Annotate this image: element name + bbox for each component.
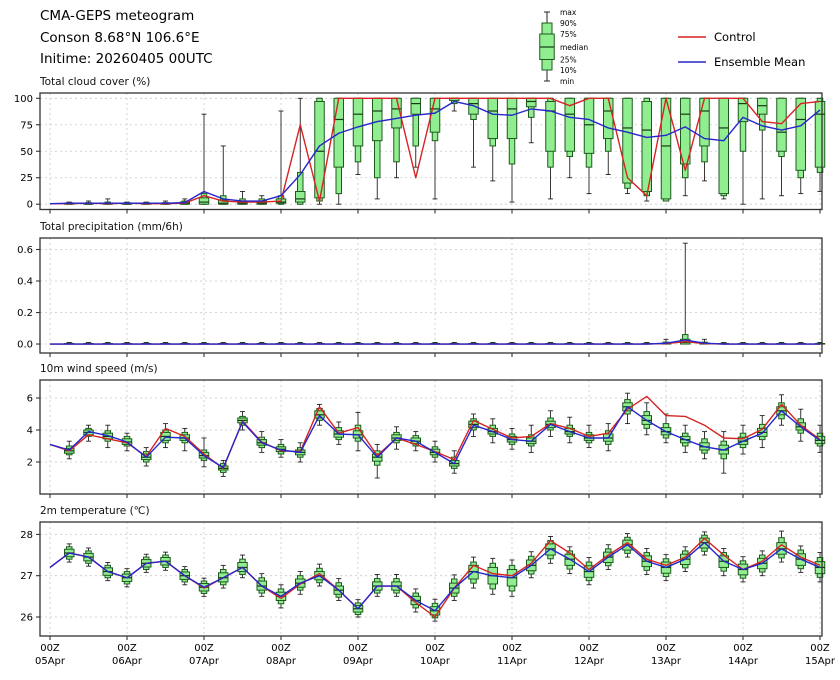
y-tick-label: 0.4 [17, 277, 33, 288]
wind-box [661, 414, 671, 443]
x-time-label: 00Z [810, 643, 830, 654]
meteogram-chart: 02550751000.00.20.40.624626272800Z05Apr0… [0, 0, 840, 680]
cloud-box [353, 98, 363, 174]
y-tick-label: 0.0 [17, 340, 33, 351]
y-tick-label: 0.2 [17, 308, 33, 319]
panel-wind: 2 4 6 [27, 380, 825, 498]
cloud-box [796, 98, 806, 193]
wind-box [161, 424, 171, 448]
cloud-box [411, 98, 421, 167]
cloud-box [623, 98, 633, 193]
y-tick-label: 2 [27, 458, 33, 469]
cloud-box [546, 98, 556, 199]
cloud-box [469, 98, 479, 167]
y-tick-label: 6 [27, 394, 33, 405]
x-date-label: 13Apr [651, 656, 682, 667]
y-tick-label: 50 [20, 147, 33, 158]
x-time-label: 00Z [656, 643, 676, 654]
cloud-box [642, 98, 652, 201]
x-date-label: 05Apr [35, 656, 66, 667]
y-tick-label: 28 [20, 530, 33, 541]
x-axis-labels: 00Z 05Apr 00Z 06Apr 00Z 07Apr 00Z 08Apr 00Z 09Apr… [35, 643, 836, 667]
x-time-label: 00Z [348, 643, 368, 654]
cloud-box [373, 98, 383, 199]
temp-box [238, 555, 248, 578]
legend-box-90-75 [542, 23, 552, 34]
panel-cloud: 0 25 50 75 100 [14, 93, 825, 214]
cloud-box [777, 98, 787, 195]
x-date-label: 07Apr [189, 656, 220, 667]
x-date-label: 15Apr [805, 656, 836, 667]
legend-box-label: 25% [560, 56, 577, 65]
legend-box-label: median [560, 43, 588, 52]
cloud-box [719, 98, 729, 199]
wind-box [373, 444, 383, 478]
cloud-box [758, 98, 768, 199]
legend-box-label: 75% [560, 30, 577, 39]
x-date-label: 06Apr [112, 656, 143, 667]
legend-box-label: max [560, 8, 577, 17]
cloud-box [219, 146, 229, 204]
x-time-label: 00Z [733, 643, 753, 654]
x-date-label: 12Apr [574, 656, 605, 667]
x-time-label: 00Z [579, 643, 599, 654]
x-time-label: 00Z [117, 643, 137, 654]
x-time-label: 00Z [271, 643, 291, 654]
y-tick-label: 26 [20, 613, 33, 624]
legend: max 90% 75% median 25%10% min Control Ensemble … [540, 8, 806, 86]
y-tick-label: 25 [20, 173, 33, 184]
y-tick-label: 0.6 [17, 245, 33, 256]
x-time-label: 00Z [194, 643, 214, 654]
y-tick-label: 75 [20, 120, 33, 131]
panel-border [40, 238, 822, 353]
cloud-box [584, 98, 594, 193]
legend-box-label: min [560, 77, 574, 86]
legend-series-label: Control [714, 30, 756, 44]
y-tick-label: 4 [27, 426, 33, 437]
x-time-label: 00Z [502, 643, 522, 654]
cloud-box [450, 98, 460, 111]
panel-temp: 26 27 28 [20, 522, 824, 640]
cloud-box [681, 98, 691, 195]
cloud-box [565, 98, 575, 177]
legend-series-label: Ensemble Mean [714, 55, 805, 69]
wind-box [777, 395, 787, 425]
y-tick-label: 100 [14, 94, 33, 105]
x-date-label: 14Apr [728, 656, 759, 667]
x-time-label: 00Z [40, 643, 60, 654]
meteogram-figure: CMA-GEPS meteogram Conson 8.68°N 106.6°E… [0, 0, 840, 680]
x-date-label: 10Apr [420, 656, 451, 667]
wind-box [84, 425, 94, 441]
cloud-box [527, 98, 537, 142]
legend-box-label: 10% [560, 66, 577, 75]
cloud-box [488, 98, 498, 181]
cloud-box [199, 114, 209, 204]
panel-precip: 0.0 0.2 0.4 0.6 [17, 238, 825, 357]
y-tick-label: 0 [27, 200, 33, 211]
y-tick-label: 27 [20, 571, 33, 582]
temp-box [257, 574, 267, 597]
precip-box [681, 243, 691, 344]
x-time-label: 00Z [425, 643, 445, 654]
x-date-label: 08Apr [266, 656, 297, 667]
x-date-label: 09Apr [343, 656, 374, 667]
legend-box-label: 90% [560, 19, 577, 28]
x-date-label: 11Apr [497, 656, 528, 667]
legend-box-25-10 [542, 60, 552, 71]
